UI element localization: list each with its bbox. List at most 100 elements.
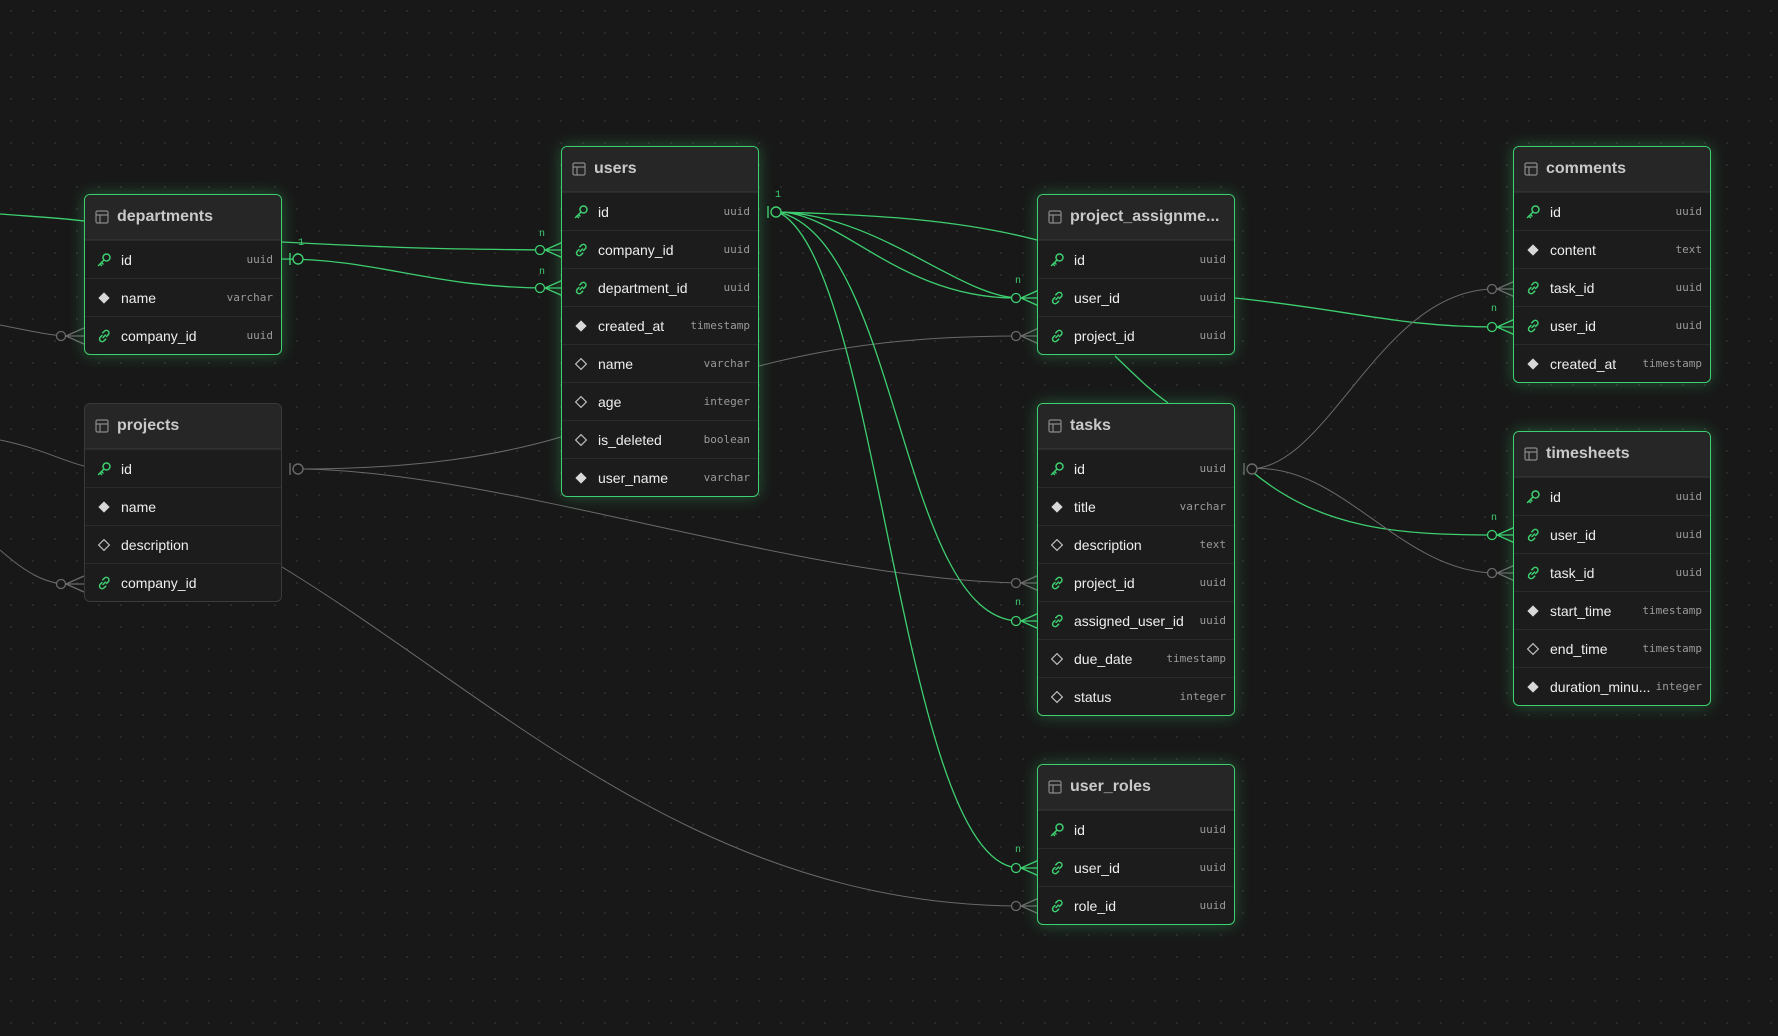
column-row-id[interactable]: id uuid <box>1038 810 1234 848</box>
many-marker <box>55 330 67 342</box>
column-type: uuid <box>1675 205 1703 218</box>
column-row-user-name[interactable]: user_name varchar <box>562 458 758 496</box>
column-row-name[interactable]: name varchar <box>562 344 758 382</box>
column-row-due-date[interactable]: due_date timestamp <box>1038 639 1234 677</box>
table-title: project_assignme... <box>1070 208 1220 225</box>
many-marker <box>1486 283 1498 295</box>
column-row-title[interactable]: title varchar <box>1038 487 1234 525</box>
column-row-user-id[interactable]: user_id uuid <box>1514 515 1710 553</box>
column-name: project_id <box>1074 327 1135 344</box>
column-row-id[interactable]: id uuid <box>1514 477 1710 515</box>
column-row-assigned-user-id[interactable]: assigned_user_id uuid <box>1038 601 1234 639</box>
table-comments[interactable]: comments id uuid content text task_id uuid … <box>1513 146 1711 383</box>
diamond-filled-icon <box>572 317 590 335</box>
link-icon <box>1524 317 1542 335</box>
column-name: id <box>598 203 609 220</box>
column-row-company-id[interactable]: company_id <box>85 563 281 601</box>
table-header[interactable]: departments <box>85 195 281 240</box>
diamond-filled-icon <box>572 469 590 487</box>
column-name: end_time <box>1550 640 1608 657</box>
diamond-outline-icon <box>572 393 590 411</box>
link-icon <box>1048 859 1066 877</box>
many-marker <box>1486 321 1498 333</box>
table-user-roles[interactable]: user_roles id uuid user_id uuid role_id uui… <box>1037 764 1235 925</box>
table-tasks[interactable]: tasks id uuid title varchar description tex… <box>1037 403 1235 716</box>
column-name: role_id <box>1074 897 1117 914</box>
table-users[interactable]: users id uuid company_id uuid department_i… <box>561 146 759 497</box>
column-row-company-id[interactable]: company_id uuid <box>85 316 281 354</box>
table-header[interactable]: users <box>562 147 758 192</box>
column-row-id[interactable]: id uuid <box>1038 240 1234 278</box>
column-type: timestamp <box>1642 357 1702 370</box>
diamond-outline-icon <box>95 536 113 554</box>
table-icon <box>1524 162 1538 176</box>
column-row-name[interactable]: name <box>85 487 281 525</box>
table-project-assignments[interactable]: project_assignme... id uuid user_id uuid p… <box>1037 194 1235 355</box>
column-row-user-id[interactable]: user_id uuid <box>1038 848 1234 886</box>
table-timesheets[interactable]: timesheets id uuid user_id uuid task_id uui… <box>1513 431 1711 706</box>
table-header[interactable]: tasks <box>1038 404 1234 449</box>
column-row-project-id[interactable]: project_id uuid <box>1038 563 1234 601</box>
column-row-created-at[interactable]: created_at timestamp <box>562 306 758 344</box>
table-title: timesheets <box>1546 445 1630 462</box>
column-name: project_id <box>1074 574 1135 591</box>
column-row-id[interactable]: id uuid <box>85 240 281 278</box>
table-header[interactable]: projects <box>85 404 281 449</box>
column-row-user-id[interactable]: user_id uuid <box>1514 306 1710 344</box>
table-header[interactable]: comments <box>1514 147 1710 192</box>
column-row-duration[interactable]: duration_minu... integer <box>1514 667 1710 705</box>
table-icon <box>1048 419 1062 433</box>
table-departments[interactable]: departments id uuid name varchar company_i… <box>84 194 282 355</box>
table-icon <box>1524 447 1538 461</box>
column-name: name <box>121 289 157 306</box>
link-icon <box>1048 289 1066 307</box>
column-row-department-id[interactable]: department_id uuid <box>562 268 758 306</box>
table-header[interactable]: timesheets <box>1514 432 1710 477</box>
relationship-edge <box>777 211 1021 299</box>
many-marker <box>1010 862 1022 874</box>
column-row-end-time[interactable]: end_time timestamp <box>1514 629 1710 667</box>
column-row-id[interactable]: id uuid <box>562 192 758 230</box>
diamond-filled-icon <box>1524 678 1542 696</box>
column-row-task-id[interactable]: task_id uuid <box>1514 268 1710 306</box>
column-row-user-id[interactable]: user_id uuid <box>1038 278 1234 316</box>
column-row-description[interactable]: description <box>85 525 281 563</box>
cardinality-many-label: n <box>539 267 546 278</box>
column-type: uuid <box>723 281 751 294</box>
column-type: uuid <box>1199 614 1227 627</box>
one-marker-circle <box>770 206 782 218</box>
column-row-description[interactable]: description text <box>1038 525 1234 563</box>
link-icon <box>1048 612 1066 630</box>
table-header[interactable]: user_roles <box>1038 765 1234 810</box>
column-type: varchar <box>703 471 750 484</box>
column-name: company_id <box>121 574 197 591</box>
relationship-edge <box>1248 288 1497 470</box>
column-name: user_id <box>1074 289 1120 306</box>
column-row-company-id[interactable]: company_id uuid <box>562 230 758 268</box>
relationship-edge <box>1248 468 1497 536</box>
table-header[interactable]: project_assignme... <box>1038 195 1234 240</box>
column-row-status[interactable]: status integer <box>1038 677 1234 715</box>
column-type: timestamp <box>1642 604 1702 617</box>
column-row-role-id[interactable]: role_id uuid <box>1038 886 1234 924</box>
column-row-id[interactable]: id uuid <box>1038 449 1234 487</box>
column-name: id <box>1550 203 1561 220</box>
cardinality-many-label: n <box>1015 276 1022 287</box>
table-projects[interactable]: projects id name description company_id <box>84 403 282 602</box>
column-row-age[interactable]: age integer <box>562 382 758 420</box>
column-row-is-deleted[interactable]: is_deleted boolean <box>562 420 758 458</box>
column-row-created-at[interactable]: created_at timestamp <box>1514 344 1710 382</box>
column-row-id[interactable]: id uuid <box>1514 192 1710 230</box>
column-row-project-id[interactable]: project_id uuid <box>1038 316 1234 354</box>
column-name: start_time <box>1550 602 1612 619</box>
key-icon <box>572 203 590 221</box>
column-type: timestamp <box>690 319 750 332</box>
column-row-start-time[interactable]: start_time timestamp <box>1514 591 1710 629</box>
link-icon <box>1524 279 1542 297</box>
column-type: uuid <box>723 205 751 218</box>
column-row-task-id[interactable]: task_id uuid <box>1514 553 1710 591</box>
column-type: varchar <box>703 357 750 370</box>
column-row-id[interactable]: id <box>85 449 281 487</box>
column-row-name[interactable]: name varchar <box>85 278 281 316</box>
column-row-content[interactable]: content text <box>1514 230 1710 268</box>
